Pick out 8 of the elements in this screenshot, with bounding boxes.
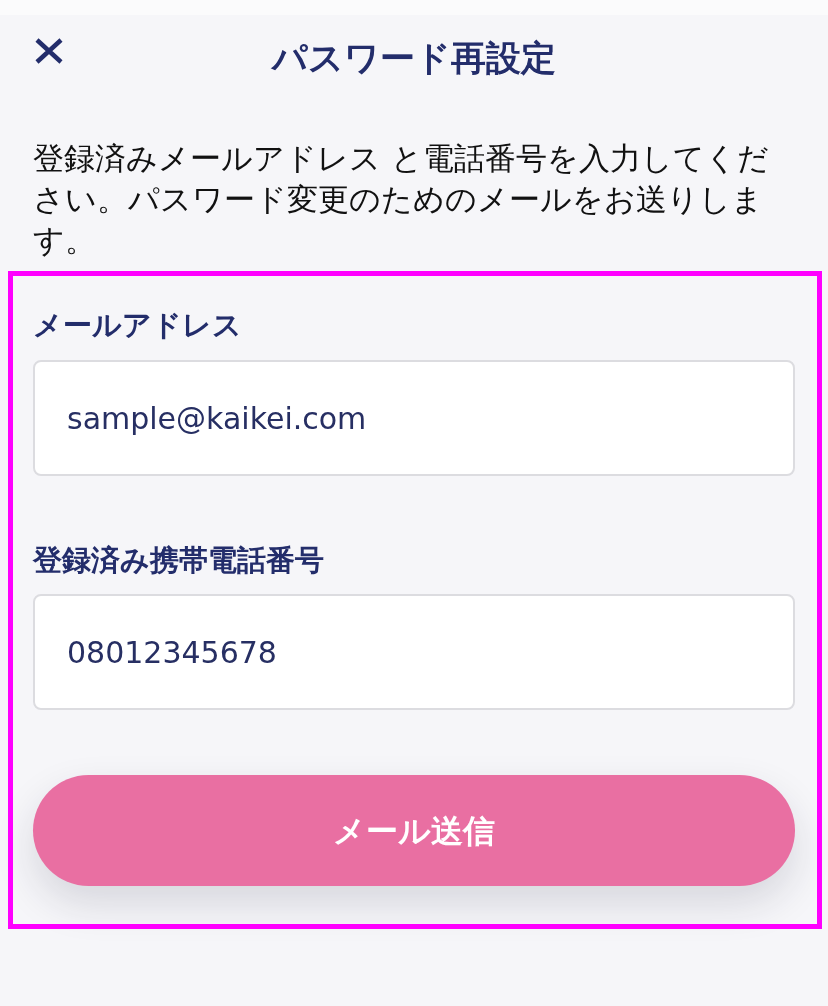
page-title: パスワード再設定 <box>272 37 556 80</box>
close-icon <box>35 38 63 64</box>
input-field[interactable]: sample@kaikei.com <box>33 360 795 476</box>
field-label: メールアドレス <box>33 307 243 344</box>
input-field[interactable]: 08012345678 <box>33 594 795 710</box>
instruction-text: 登録済みメールアドレス と電話番号を入力してください。パスワード変更のためのメールをお送りします。 <box>33 139 770 260</box>
field-label: 登録済み携帯電話番号 <box>33 542 325 579</box>
close-button[interactable] <box>35 38 63 64</box>
